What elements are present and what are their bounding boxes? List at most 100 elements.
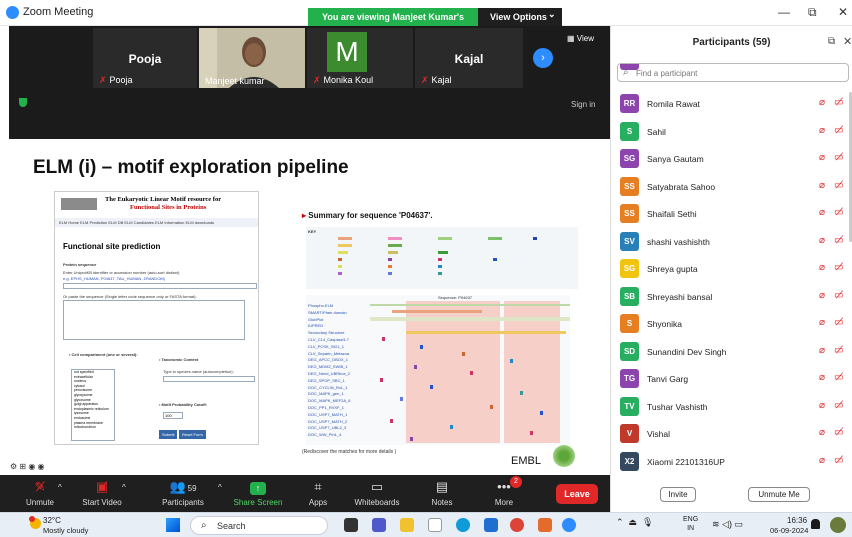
video-tile-manjeet[interactable]: Manjeet kumar [199, 28, 305, 88]
video-off-icon[interactable]: ▭̸ [834, 125, 843, 136]
teams-icon[interactable] [372, 518, 386, 532]
video-options-caret-icon[interactable]: ^ [122, 483, 126, 492]
submit-button: Submit [159, 430, 178, 439]
system-tray[interactable]: ⌃ ⏏ 🎙 [616, 517, 653, 528]
video-off-icon[interactable]: ▭̸ [834, 427, 843, 438]
minimize-button[interactable]: — [778, 5, 790, 19]
participant-row[interactable]: S Sahil ⌀ ▭̸ [611, 118, 852, 146]
video-off-icon[interactable]: ▭̸ [834, 152, 843, 163]
participant-row[interactable]: X2 Xiaomi 22101316UP ⌀ ▭̸ [611, 448, 852, 476]
close-window-button[interactable]: ✕ [838, 5, 848, 19]
share-screen-button[interactable]: ↑ Share Screen [226, 475, 290, 512]
video-off-icon[interactable]: ▭̸ [834, 455, 843, 466]
video-off-icon[interactable]: ▭̸ [834, 372, 843, 383]
notification-bell-icon[interactable] [811, 519, 820, 529]
video-off-icon[interactable]: ▭̸ [834, 207, 843, 218]
windows-start-icon[interactable] [166, 518, 180, 532]
sign-in-button[interactable]: Sign in [571, 100, 595, 109]
muted-mic-icon[interactable]: ⌀ [819, 372, 825, 383]
participant-row[interactable]: RR Romila Rawat ⌀ ▭̸ [611, 90, 852, 118]
task-view-icon[interactable] [344, 518, 358, 532]
participant-row[interactable]: V Vishal ⌀ ▭̸ [611, 420, 852, 448]
muted-mic-icon[interactable]: ⌀ [819, 97, 825, 108]
video-off-icon[interactable]: ▭̸ [834, 235, 843, 246]
next-page-arrow-icon[interactable]: › [533, 48, 553, 68]
muted-mic-icon[interactable]: ⌀ [819, 345, 825, 356]
tile-name: Pooja [128, 52, 162, 66]
participant-row[interactable]: SG Shreya gupta ⌀ ▭̸ [611, 255, 852, 283]
edge-icon[interactable] [456, 518, 470, 532]
taskbar-search[interactable]: ⌕ Search [190, 516, 328, 535]
muted-mic-icon[interactable]: ⌀ [819, 262, 825, 273]
muted-mic-icon[interactable]: ⌀ [819, 207, 825, 218]
participant-row[interactable]: SV shashi vashishth ⌀ ▭̸ [611, 228, 852, 256]
participant-row[interactable]: TV Tushar Vashisth ⌀ ▭̸ [611, 393, 852, 421]
video-off-icon[interactable]: ▭̸ [834, 97, 843, 108]
chrome-icon[interactable] [510, 518, 524, 532]
participants-options-caret-icon[interactable]: ^ [218, 483, 222, 492]
video-off-icon[interactable]: ▭̸ [834, 345, 843, 356]
chevron-down-icon: ⌄ [548, 9, 556, 19]
muted-mic-icon[interactable]: ⌀ [819, 290, 825, 301]
motif-row-label: IUPRED [308, 323, 324, 329]
user-avatar-icon[interactable] [830, 517, 846, 533]
zoom-taskbar-icon[interactable] [562, 518, 576, 532]
muted-mic-icon[interactable]: ⌀ [819, 125, 825, 136]
invite-button[interactable]: Invite [660, 487, 696, 502]
muted-mic-icon[interactable]: ⌀ [819, 180, 825, 191]
participant-row[interactable]: SS Satyabrata Sahoo ⌀ ▭̸ [611, 173, 852, 201]
muted-mic-icon[interactable]: ⌀ [819, 317, 825, 328]
network-volume-battery-icons[interactable]: ≋ ◁) ▭ [712, 519, 743, 530]
clock-time[interactable]: 16:36 [787, 516, 807, 525]
notes-button[interactable]: ▤ Notes [410, 475, 474, 512]
popout-icon[interactable]: ⧉ [828, 36, 835, 47]
video-tile-monika[interactable]: M ✗ Monika Koul [307, 28, 413, 88]
participant-name: Tanvi Garg [647, 374, 689, 384]
close-icon[interactable]: ✕ [843, 35, 852, 48]
file-explorer-icon[interactable] [400, 518, 414, 532]
video-off-icon[interactable]: ▭̸ [834, 290, 843, 301]
notepad-icon[interactable] [428, 518, 442, 532]
store-icon[interactable] [484, 518, 498, 532]
participant-row[interactable]: S Shyonika ⌀ ▭̸ [611, 310, 852, 338]
taxonomic-context-label: • Taxonomic Context [159, 357, 199, 362]
start-video-button[interactable]: ▣̸ Start Video [70, 475, 134, 512]
audio-options-caret-icon[interactable]: ^ [58, 483, 62, 492]
participant-row[interactable]: SG Sanya Gautam ⌀ ▭̸ [611, 145, 852, 173]
participants-button[interactable]: 👥 59 Participants [151, 475, 215, 512]
more-button[interactable]: ••• More 2 [472, 475, 536, 512]
muted-mic-icon[interactable]: ⌀ [819, 455, 825, 466]
video-tile-pooja[interactable]: Pooja ✗ Pooja [93, 28, 197, 88]
apps-button[interactable]: ⌗ Apps [286, 475, 350, 512]
motif-row-label: CLV_C14_Caspase3-7 [308, 337, 349, 342]
unmute-button[interactable]: ✎̸ Unmute [8, 475, 72, 512]
motif-row-label: Secondary Structure [308, 330, 345, 336]
participant-row[interactable]: SD Sunandini Dev Singh ⌀ ▭̸ [611, 338, 852, 366]
unmute-me-button[interactable]: Unmute Me [748, 487, 810, 502]
video-off-icon[interactable]: ▭̸ [834, 400, 843, 411]
whiteboards-button[interactable]: ▭ Whiteboards [345, 475, 409, 512]
muted-mic-icon[interactable]: ⌀ [819, 427, 825, 438]
search-icon: ⌕ [201, 520, 207, 531]
video-off-icon[interactable]: ▭̸ [834, 180, 843, 191]
video-tile-kajal[interactable]: Kajal ✗ Kajal [415, 28, 523, 88]
gallery-view-button[interactable]: ▦ View [567, 34, 594, 43]
leave-button[interactable]: Leave [556, 484, 598, 504]
maximize-button[interactable]: ⧉ [808, 5, 817, 20]
participant-row[interactable]: SS Shaifali Sethi ⌀ ▭̸ [611, 200, 852, 228]
participant-row[interactable]: TG Tanvi Garg ⌀ ▭̸ [611, 365, 852, 393]
muted-mic-icon[interactable]: ⌀ [819, 400, 825, 411]
muted-mic-icon[interactable]: ⌀ [819, 235, 825, 246]
participant-row[interactable]: SB Shreyashi bansal ⌀ ▭̸ [611, 283, 852, 311]
video-off-icon[interactable]: ▭̸ [834, 262, 843, 273]
motif-row-label: DOC_USP7_MATH_1 [308, 411, 348, 417]
security-shield-icon[interactable] [19, 98, 27, 107]
language-indicator[interactable]: ENG IN [683, 515, 698, 533]
muted-mic-icon[interactable]: ⌀ [819, 152, 825, 163]
view-options-button[interactable]: View Options ⌄ [478, 8, 562, 26]
app-icon[interactable] [538, 518, 552, 532]
clock-date[interactable]: 06-09-2024 [770, 526, 808, 535]
annotation-tools[interactable]: ⚙ ⊞ ◉ ◉ [10, 462, 45, 471]
search-input[interactable] [636, 67, 836, 79]
video-off-icon[interactable]: ▭̸ [834, 317, 843, 328]
